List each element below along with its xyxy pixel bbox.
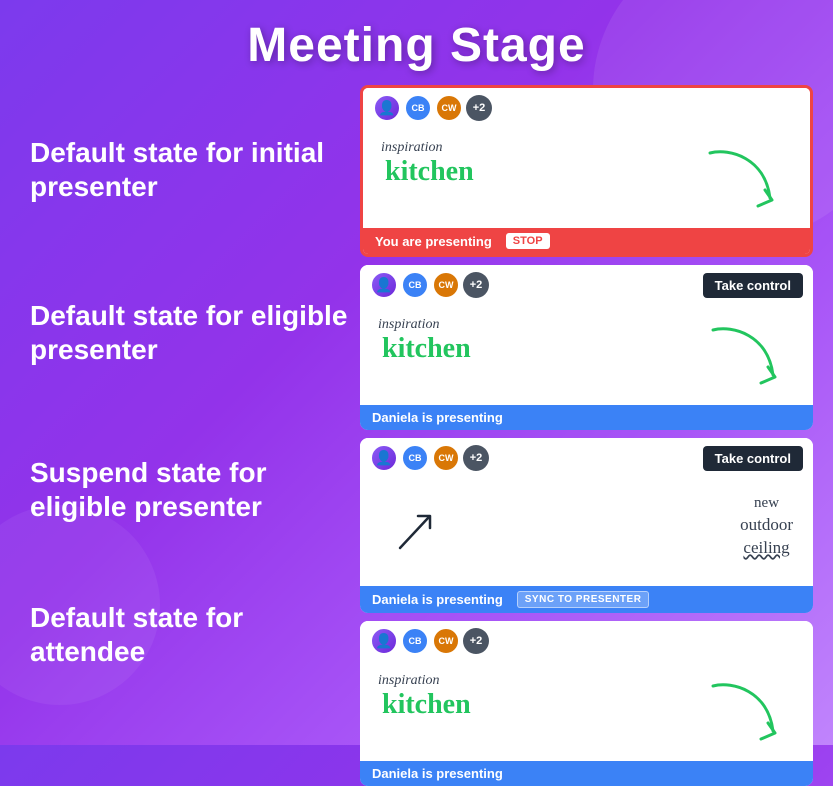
presenting-bar-3: Daniela is presenting SYNC TO PRESENTER xyxy=(360,586,813,613)
panel-3-header: CB CW +2 Take control xyxy=(360,438,813,478)
panel-2-footer: Daniela is presenting xyxy=(360,405,813,430)
inspiration-text-1: inspiration xyxy=(381,140,442,156)
panel-2-content: inspiration kitchen xyxy=(360,305,813,405)
avatar-group-2: CB CW +2 xyxy=(370,271,489,299)
label-attendee: Default state for attendee xyxy=(20,570,360,700)
avatar-count-3: +2 xyxy=(463,445,489,471)
panel-4-header: CB CW +2 xyxy=(360,621,813,661)
avatar-count-4: +2 xyxy=(463,628,489,654)
panel-4-footer: Daniela is presenting xyxy=(360,761,813,786)
panel-3-content: new outdoor ceiling xyxy=(360,478,813,586)
panel-1-header: CB CW +2 xyxy=(363,88,810,128)
label-initial-presenter: Default state for initial presenter xyxy=(20,85,360,255)
avatar-user-1 xyxy=(373,94,401,122)
avatar-group-4: CB CW +2 xyxy=(370,627,489,655)
avatar-count-1: +2 xyxy=(466,95,492,121)
kitchen-text-4: kitchen xyxy=(382,689,471,721)
presenting-text-1: You are presenting xyxy=(375,234,492,249)
label-suspend-eligible: Suspend state for eligible presenter xyxy=(20,410,360,570)
main-layout: Default state for initial presenter Defa… xyxy=(0,85,833,786)
avatar-user-4 xyxy=(370,627,398,655)
avatar-cb-1: CB xyxy=(404,94,432,122)
diagonal-arrow-icon xyxy=(390,508,440,558)
panel-4-content: inspiration kitchen xyxy=(360,661,813,761)
panel-2-header: CB CW +2 Take control xyxy=(360,265,813,305)
take-control-button-3[interactable]: Take control xyxy=(703,446,803,471)
green-arrow-1 xyxy=(700,138,780,218)
green-arrow-4 xyxy=(703,671,783,751)
avatar-group-3: CB CW +2 xyxy=(370,444,489,472)
panel-active-presenter: CB CW +2 inspiration kitchen You are pre… xyxy=(360,85,813,257)
avatar-count-2: +2 xyxy=(463,272,489,298)
sync-to-presenter-button[interactable]: SYNC TO PRESENTER xyxy=(517,591,650,608)
avatar-cw-2: CW xyxy=(432,271,460,299)
kitchen-text-1: kitchen xyxy=(385,156,474,188)
panel-eligible-presenter: CB CW +2 Take control inspiration kitche… xyxy=(360,265,813,430)
avatar-cb-3: CB xyxy=(401,444,429,472)
panel-1-footer: You are presenting STOP xyxy=(363,228,810,254)
label-eligible-presenter: Default state for eligible presenter xyxy=(20,255,360,410)
panel-3-footer: Daniela is presenting SYNC TO PRESENTER xyxy=(360,586,813,613)
inspiration-text-4: inspiration xyxy=(378,673,439,689)
labels-column: Default state for initial presenter Defa… xyxy=(20,85,360,786)
avatar-group-1: CB CW +2 xyxy=(373,94,492,122)
presenting-text-3: Daniela is presenting xyxy=(372,592,503,607)
presenting-bar-4: Daniela is presenting xyxy=(360,761,813,786)
presenting-text-4: Daniela is presenting xyxy=(372,766,503,781)
panel-suspend-state: CB CW +2 Take control new outdoor ceilin… xyxy=(360,438,813,613)
inspiration-text-2: inspiration xyxy=(378,317,439,333)
presenting-text-2: Daniela is presenting xyxy=(372,410,503,425)
panel-attendee: CB CW +2 inspiration kitchen Daniela is … xyxy=(360,621,813,786)
presenting-bar-1: You are presenting STOP xyxy=(363,228,810,254)
stop-button[interactable]: STOP xyxy=(506,233,550,249)
handwriting-text: new outdoor ceiling xyxy=(740,493,793,559)
avatar-user-2 xyxy=(370,271,398,299)
avatar-cb-2: CB xyxy=(401,271,429,299)
page-title: Meeting Stage xyxy=(0,0,833,85)
avatar-cw-1: CW xyxy=(435,94,463,122)
avatar-cw-3: CW xyxy=(432,444,460,472)
avatar-cb-4: CB xyxy=(401,627,429,655)
avatar-user-3 xyxy=(370,444,398,472)
panels-column: CB CW +2 inspiration kitchen You are pre… xyxy=(360,85,813,786)
kitchen-text-2: kitchen xyxy=(382,333,471,365)
avatar-cw-4: CW xyxy=(432,627,460,655)
green-arrow-2 xyxy=(703,315,783,395)
take-control-button-2[interactable]: Take control xyxy=(703,273,803,298)
presenting-bar-2: Daniela is presenting xyxy=(360,405,813,430)
panel-1-content: inspiration kitchen xyxy=(363,128,810,228)
